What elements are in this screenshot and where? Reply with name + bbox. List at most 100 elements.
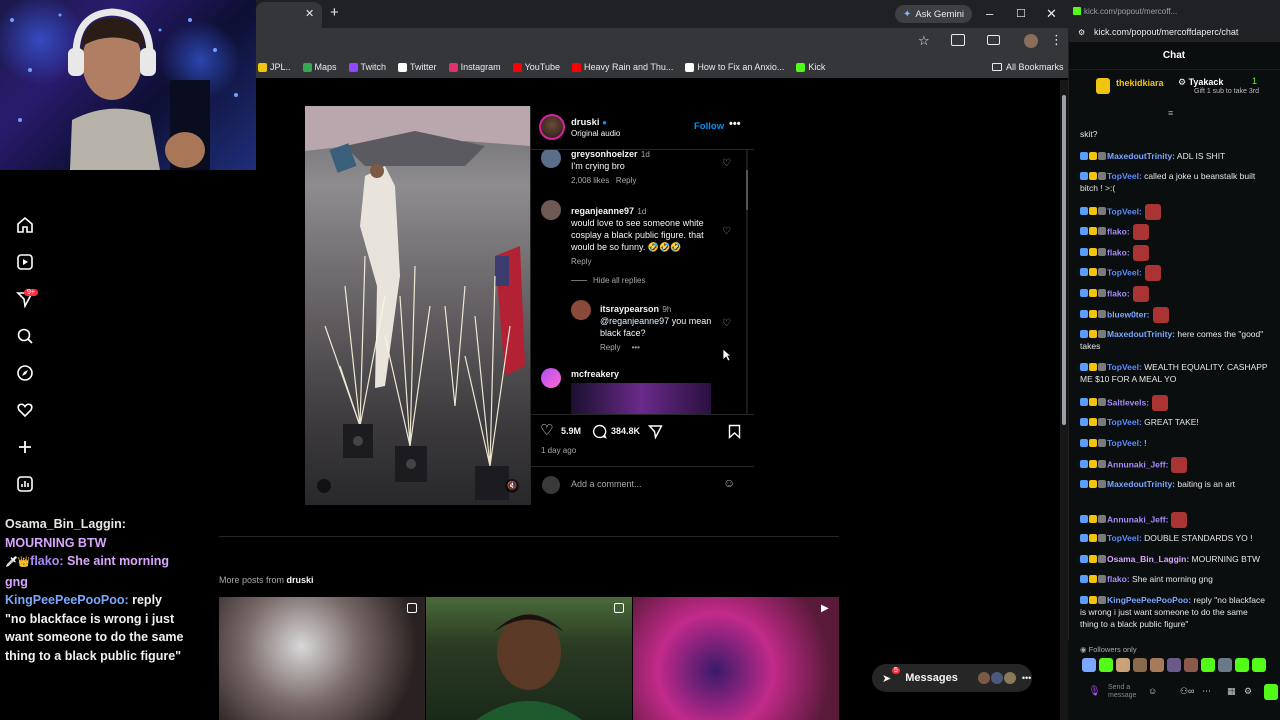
- settings-gear-icon[interactable]: ⚙: [1244, 686, 1252, 697]
- sidepanel-icon[interactable]: [987, 35, 1000, 45]
- chat-username[interactable]: Annunaki_Jeff:: [1107, 514, 1168, 524]
- commenter-avatar[interactable]: [541, 150, 561, 168]
- emote-bar[interactable]: [1082, 658, 1266, 672]
- bookmark-1[interactable]: Maps: [302, 62, 337, 72]
- create-plus-icon[interactable]: [16, 438, 34, 456]
- more-post-thumbnail-3[interactable]: ▶: [633, 597, 839, 720]
- more-options-icon[interactable]: •••: [729, 118, 741, 130]
- chat-username[interactable]: MaxedoutTrinity:: [1107, 329, 1175, 339]
- tab-close-icon[interactable]: ✕: [305, 7, 314, 20]
- like-comment-heart-icon[interactable]: ♡: [722, 318, 731, 329]
- comment-user[interactable]: greysonhoelzer: [571, 150, 638, 159]
- menu-kebab-icon[interactable]: ⋮: [1050, 32, 1063, 48]
- emoji-picker-icon[interactable]: ☺: [1148, 686, 1157, 696]
- chat-username[interactable]: Annunaki_Jeff:: [1107, 459, 1168, 469]
- bookmark-2[interactable]: Twitch: [348, 62, 386, 72]
- more-icon[interactable]: •••: [1022, 673, 1031, 683]
- commenter-avatar[interactable]: [571, 300, 591, 320]
- comment-more-icon[interactable]: •••: [632, 343, 640, 352]
- bookmark-6[interactable]: Heavy Rain and Thu...: [571, 62, 673, 72]
- comment-user[interactable]: itsraypearson: [600, 304, 659, 314]
- bookmark-5[interactable]: YouTube: [512, 62, 560, 72]
- explore-icon[interactable]: [16, 364, 34, 382]
- comment-scrollbar-thumb[interactable]: [746, 170, 748, 210]
- post-video[interactable]: 🔇: [305, 106, 530, 505]
- comment-likes[interactable]: 2,008 likes: [571, 176, 609, 185]
- chat-username[interactable]: TopVeel:: [1107, 533, 1142, 543]
- chat-username[interactable]: flako:: [1107, 288, 1130, 298]
- like-heart-icon[interactable]: ♡: [540, 421, 553, 439]
- follow-button[interactable]: Follow: [694, 121, 724, 132]
- commenter-avatar[interactable]: [541, 368, 561, 388]
- reply-button[interactable]: Reply: [600, 343, 620, 352]
- reply-button[interactable]: Reply: [616, 176, 636, 185]
- chat-username[interactable]: TopVeel:: [1107, 171, 1142, 181]
- mute-icon[interactable]: 🔇: [505, 479, 519, 493]
- chat-username[interactable]: TopVeel:: [1107, 362, 1142, 372]
- send-message-input[interactable]: Send a message: [1108, 684, 1148, 700]
- expand-icon[interactable]: ≡: [1168, 108, 1173, 118]
- users-icon[interactable]: ⚇: [1180, 686, 1188, 697]
- all-bookmarks[interactable]: All Bookmarks: [992, 62, 1064, 72]
- share-icon[interactable]: [648, 424, 663, 439]
- send-button[interactable]: [1264, 684, 1278, 700]
- bookmark-8[interactable]: Kick: [796, 62, 825, 72]
- view-icon[interactable]: ∞: [1188, 686, 1194, 696]
- mention-link[interactable]: @reganjeanne97: [600, 316, 669, 326]
- dashboard-icon[interactable]: [16, 475, 34, 493]
- chat-username[interactable]: TopVeel:: [1107, 438, 1142, 448]
- author-avatar[interactable]: [539, 114, 565, 140]
- chat-username[interactable]: flako:: [1107, 574, 1130, 584]
- more-posts-author[interactable]: druski: [287, 575, 314, 585]
- notifications-heart-icon[interactable]: [16, 401, 34, 419]
- tagged-user-icon[interactable]: [317, 479, 331, 493]
- chat-username[interactable]: bluew0ter:: [1107, 309, 1150, 319]
- hide-replies-button[interactable]: Hide all replies: [593, 276, 645, 285]
- comment-image[interactable]: [571, 383, 711, 414]
- commenter-avatar[interactable]: [541, 200, 561, 220]
- extensions-icon[interactable]: [951, 34, 965, 46]
- search-icon[interactable]: [16, 327, 34, 345]
- chat-username[interactable]: Saltlevels:: [1107, 397, 1149, 407]
- bookmark-3[interactable]: Twitter: [398, 62, 437, 72]
- pinned-user[interactable]: thekidkiara: [1116, 78, 1164, 88]
- comment-user[interactable]: mcfreakery: [571, 369, 619, 379]
- author-name[interactable]: druski ●: [571, 117, 607, 128]
- comment-user[interactable]: reganjeanne97: [571, 206, 634, 216]
- home-icon[interactable]: [16, 216, 34, 234]
- more-post-thumbnail-2[interactable]: [426, 597, 632, 720]
- bookmark-7[interactable]: How to Fix an Anxio...: [685, 62, 784, 72]
- messages-button[interactable]: ➤ 5 Messages •••: [872, 664, 1032, 692]
- profile-avatar[interactable]: [1024, 34, 1038, 48]
- reply-button[interactable]: Reply: [571, 257, 711, 266]
- bookmark-4[interactable]: Instagram: [448, 62, 501, 72]
- mic-icon[interactable]: 🎙: [1088, 686, 1101, 697]
- site-info-icon[interactable]: ⚙: [1078, 28, 1085, 37]
- new-tab-icon[interactable]: +: [330, 4, 339, 21]
- chat-username[interactable]: MaxedoutTrinity:: [1107, 479, 1175, 489]
- chat-username[interactable]: Osama_Bin_Laggin:: [1107, 554, 1189, 564]
- archive-icon[interactable]: ▦: [1227, 686, 1236, 697]
- minimize-icon[interactable]: –: [986, 6, 993, 21]
- comment-icon[interactable]: [592, 424, 607, 439]
- chat-username[interactable]: flako:: [1107, 226, 1130, 236]
- reels-icon[interactable]: [16, 253, 34, 271]
- chat-username[interactable]: MaxedoutTrinity:: [1107, 151, 1175, 161]
- like-count[interactable]: 5.9M: [561, 426, 581, 436]
- pinned-gifter[interactable]: ⚙ Tyakack: [1178, 77, 1223, 88]
- chat-username[interactable]: KingPeePeePooPoo:: [1107, 595, 1191, 605]
- comment-count[interactable]: 384.8K: [611, 426, 640, 436]
- chat-username[interactable]: TopVeel:: [1107, 267, 1142, 277]
- bookmark-0[interactable]: JPL..: [258, 62, 291, 72]
- more-options-icon[interactable]: ⋯: [1202, 686, 1211, 697]
- like-comment-heart-icon[interactable]: ♡: [722, 226, 731, 237]
- ask-gemini-button[interactable]: ✦ Ask Gemini: [895, 5, 972, 23]
- chat-username[interactable]: flako:: [1107, 247, 1130, 257]
- add-comment-input[interactable]: Add a comment...: [571, 479, 642, 489]
- kick-url-bar[interactable]: ⚙ kick.com/popout/mercoffdaperc/chat: [1068, 22, 1280, 42]
- more-post-thumbnail-1[interactable]: [219, 597, 425, 720]
- emoji-icon[interactable]: ☺: [723, 476, 735, 490]
- close-window-icon[interactable]: ✕: [1046, 6, 1057, 22]
- page-scrollbar-thumb[interactable]: [1062, 95, 1066, 425]
- save-bookmark-icon[interactable]: [728, 424, 741, 439]
